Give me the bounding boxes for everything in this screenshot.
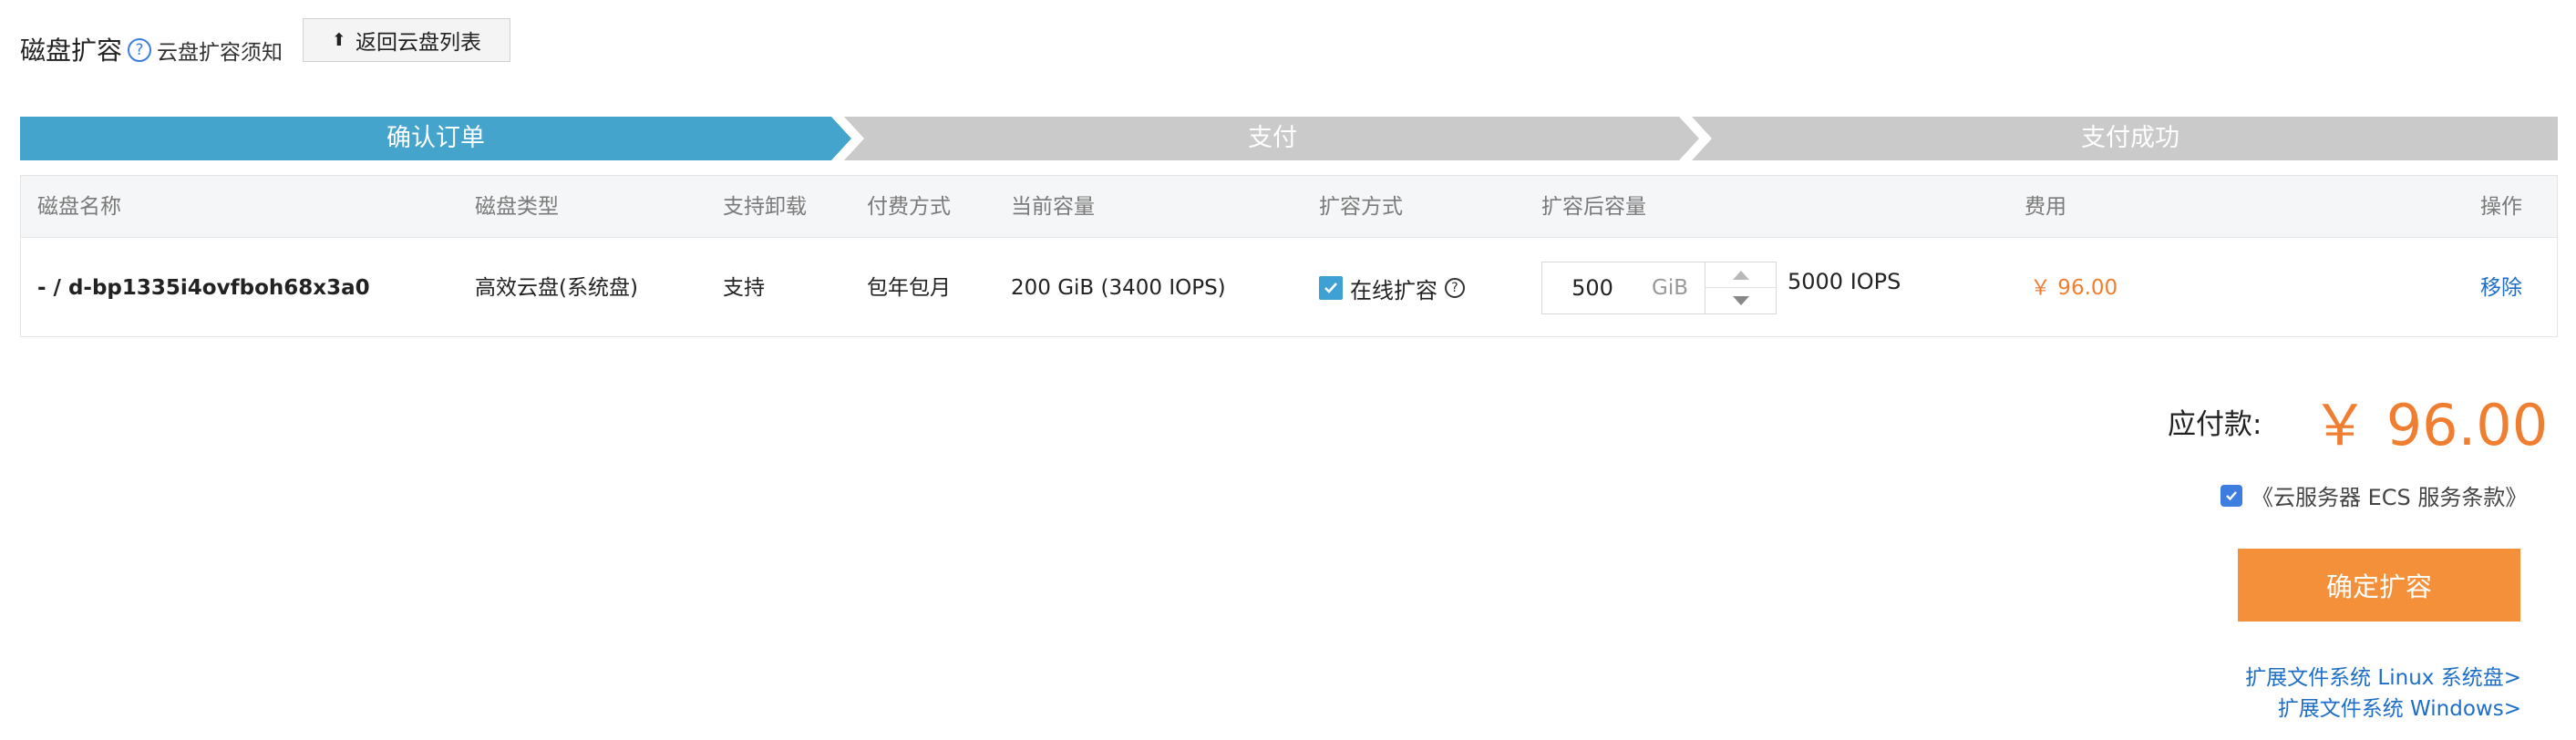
size-unit: GiB <box>1652 276 1688 300</box>
col-billing: 付费方式 <box>867 195 951 219</box>
windows-fs-link[interactable]: 扩展文件系统 Windows> <box>2278 691 2521 722</box>
online-expand-label: 在线扩容 <box>1350 277 1437 303</box>
new-size-input[interactable]: 500 <box>1542 262 1643 313</box>
disk-expand-page: 磁盘扩容 ? 云盘扩容须知 ⬆ 返回云盘列表 确认订单 支付 支付成功 磁盘名称… <box>0 0 2576 740</box>
linux-fs-link[interactable]: 扩展文件系统 Linux 系统盘> <box>2245 660 2521 691</box>
disk-table: 磁盘名称 磁盘类型 支持卸载 付费方式 当前容量 扩容方式 扩容后容量 费用 操… <box>20 175 2558 337</box>
current-size-value: 200 GiB (3400 IOPS) <box>1011 276 1226 300</box>
remove-link[interactable]: 移除 <box>2480 238 2522 338</box>
terms-checkbox[interactable] <box>2221 484 2242 507</box>
check-icon <box>1324 283 1337 293</box>
online-expand-checkbox[interactable] <box>1319 276 1343 300</box>
terms-agreement[interactable]: 《云服务器 ECS 服务条款》 <box>2221 479 2527 511</box>
amount-due-value: ￥ 96.00 <box>2312 392 2549 458</box>
fee-value: ￥ 96.00 <box>2030 276 2118 300</box>
col-fee: 费用 <box>2025 195 2066 219</box>
chevron-down-icon <box>1733 296 1749 305</box>
back-to-disk-list-button[interactable]: ⬆ 返回云盘列表 <box>303 18 510 62</box>
col-new-size: 扩容后容量 <box>1541 195 1646 219</box>
detachable-value: 支持 <box>723 276 765 300</box>
stepper-arrows <box>1705 262 1777 313</box>
chevron-up-icon <box>1733 270 1749 280</box>
new-iops-value: 5000 IOPS <box>1788 269 1901 294</box>
online-expand-option[interactable]: 在线扩容 ? <box>1319 238 1465 338</box>
col-action: 操作 <box>2480 195 2522 219</box>
decrement-button[interactable] <box>1705 288 1777 313</box>
back-button-label: 返回云盘列表 <box>355 31 481 55</box>
confirm-expand-button[interactable]: 确定扩容 <box>2238 549 2520 622</box>
increment-button[interactable] <box>1705 262 1777 288</box>
progress-steps: 确认订单 支付 支付成功 <box>20 117 2558 160</box>
col-disk-type: 磁盘类型 <box>475 195 559 219</box>
terms-link[interactable]: 《云服务器 ECS 服务条款》 <box>2251 479 2527 511</box>
billing-value: 包年包月 <box>867 276 951 300</box>
help-icon[interactable]: ? <box>128 38 151 62</box>
expand-notice-link[interactable]: 云盘扩容须知 <box>157 35 283 66</box>
disk-type: 高效云盘(系统盘) <box>475 276 638 300</box>
amount-due-label: 应付款: <box>2168 408 2262 441</box>
disk-name: - / d-bp1335i4ovfboh68x3a0 <box>37 276 370 300</box>
upload-icon: ⬆ <box>332 30 346 50</box>
col-detachable: 支持卸载 <box>723 195 807 219</box>
step-confirm-order: 确认订单 <box>386 124 485 152</box>
step-payment-success: 支付成功 <box>2081 124 2179 152</box>
page-title: 磁盘扩容 <box>20 36 123 66</box>
check-icon <box>2226 490 2237 500</box>
question-icon[interactable]: ? <box>1445 278 1465 298</box>
col-disk-name: 磁盘名称 <box>37 195 121 219</box>
table-header: 磁盘名称 磁盘类型 支持卸载 付费方式 当前容量 扩容方式 扩容后容量 费用 操… <box>21 176 2557 238</box>
new-size-stepper[interactable]: 500 GiB <box>1541 262 1777 314</box>
col-expand-method: 扩容方式 <box>1319 195 1403 219</box>
col-current-size: 当前容量 <box>1011 195 1095 219</box>
step-payment: 支付 <box>1248 124 1297 152</box>
